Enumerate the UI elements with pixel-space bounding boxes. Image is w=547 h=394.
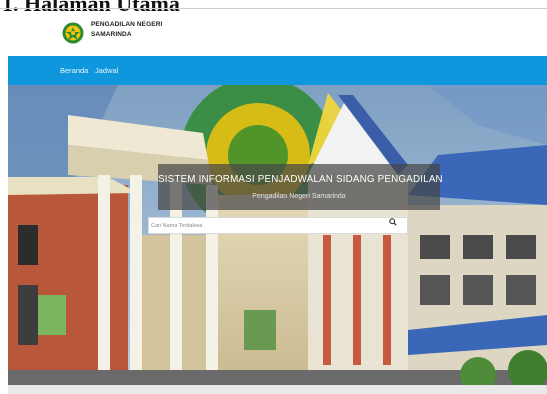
heading-divider xyxy=(0,8,547,9)
hero-title-box: SISTEM INFORMASI PENJADWALAN SIDANG PENG… xyxy=(158,164,443,210)
nav-jadwal[interactable]: Jadwal xyxy=(95,66,118,75)
hero-title: SISTEM INFORMASI PENJADWALAN SIDANG PENG… xyxy=(158,174,443,185)
search-input[interactable] xyxy=(151,219,387,232)
organization-name-line2: SAMARINDA xyxy=(91,31,132,38)
court-emblem-icon[interactable] xyxy=(62,18,84,47)
search-button[interactable] xyxy=(389,218,407,233)
organization-name-line1: PENGADILAN NEGERI xyxy=(91,21,163,28)
hero-subtitle: Pengadilan Negeri Samarinda xyxy=(252,193,346,200)
site-header: PENGADILAN NEGERI SAMARINDA xyxy=(8,12,547,56)
search-icon xyxy=(389,218,397,226)
main-navbar: Beranda Jadwal xyxy=(8,56,547,85)
search-bar xyxy=(148,217,408,234)
hero-banner: SISTEM INFORMASI PENJADWALAN SIDANG PENG… xyxy=(8,85,547,385)
courthouse-photo xyxy=(8,85,547,385)
nav-beranda[interactable]: Beranda xyxy=(60,66,88,75)
bottom-strip xyxy=(8,385,547,394)
organization-name: PENGADILAN NEGERI SAMARINDA xyxy=(91,20,162,40)
